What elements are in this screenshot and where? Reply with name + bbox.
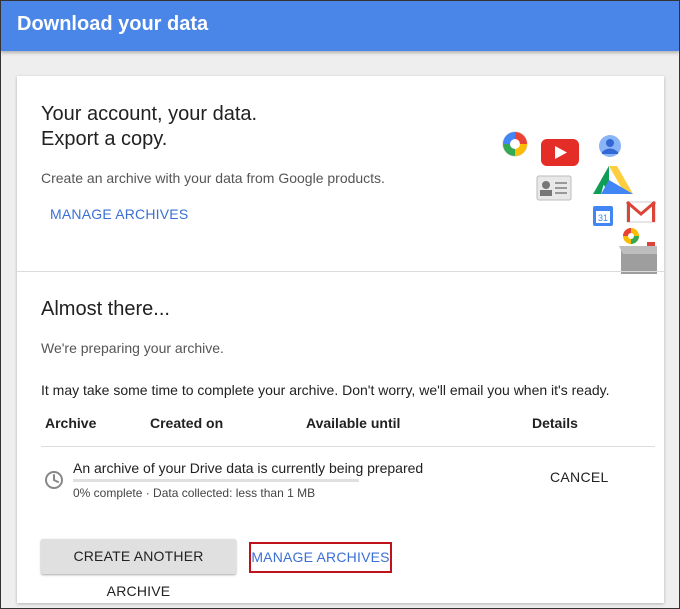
products-illustration: 31 — [502, 131, 657, 274]
contacts-icon — [536, 175, 572, 201]
column-created-on: Created on — [150, 415, 224, 431]
intro-headline: Your account, your data. Export a copy. — [41, 102, 257, 152]
box-icon — [619, 242, 657, 274]
manage-archives-highlight: MANAGE ARCHIVES — [249, 542, 392, 573]
archive-description: An archive of your Drive data is current… — [73, 460, 424, 476]
progress-bar — [73, 479, 359, 482]
progress-text: 0% complete · Data collected: less than … — [73, 486, 316, 500]
create-another-archive-button[interactable]: CREATE ANOTHER ARCHIVE — [41, 539, 236, 599]
profile-icon — [599, 135, 621, 157]
hangouts-icon — [623, 228, 639, 244]
section-divider — [17, 271, 664, 272]
column-archive: Archive — [45, 415, 97, 431]
headline-line-2: Export a copy. — [41, 128, 168, 150]
status-title: Almost there... — [41, 298, 170, 320]
column-details: Details — [532, 415, 578, 431]
drive-icon — [593, 166, 633, 194]
manage-archives-link-top[interactable]: MANAGE ARCHIVES — [50, 206, 188, 222]
cancel-button[interactable]: CANCEL — [550, 469, 609, 485]
headline-line-1: Your account, your data. — [41, 103, 258, 125]
status-preparing-text: We're preparing your archive. — [41, 340, 224, 356]
clock-icon — [45, 471, 63, 489]
youtube-icon — [541, 139, 579, 166]
gmail-icon — [626, 200, 656, 223]
top-app-bar: Download your data — [1, 1, 679, 51]
table-divider — [41, 446, 655, 447]
export-card: Your account, your data. Export a copy. … — [17, 76, 664, 603]
calendar-icon: 31 — [593, 206, 613, 226]
app-window: Download your data Your account, your da… — [0, 0, 680, 609]
manage-archives-link-bottom[interactable]: MANAGE ARCHIVES — [251, 544, 390, 571]
calendar-day: 31 — [598, 213, 608, 223]
intro-description: Create an archive with your data from Go… — [41, 170, 385, 186]
column-available-until: Available until — [306, 415, 401, 431]
page-title: Download your data — [17, 13, 209, 35]
status-note: It may take some time to complete your a… — [41, 382, 610, 398]
picasa-icon — [502, 131, 528, 157]
